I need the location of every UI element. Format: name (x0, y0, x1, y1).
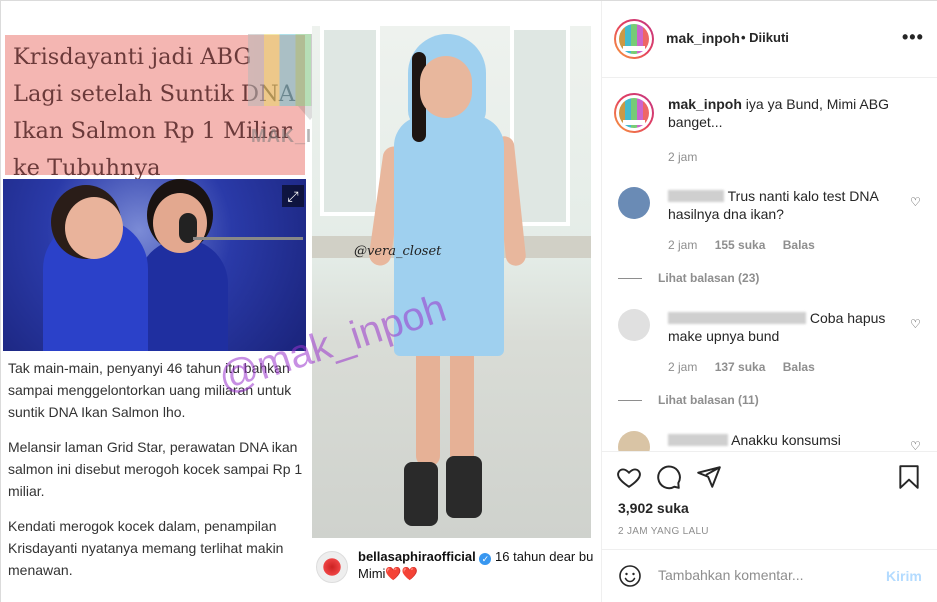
avatar[interactable] (316, 551, 348, 583)
view-replies-link[interactable]: Lihat balasan (11) (618, 393, 759, 407)
follow-status[interactable]: • Diikuti (741, 30, 789, 45)
verified-badge-icon: ✓ (479, 553, 492, 565)
add-comment-bar: Kirim (602, 549, 937, 602)
comment-username[interactable]: mak_inpoh (668, 96, 742, 112)
comment-likes[interactable]: 137 suka (715, 360, 766, 374)
header-username[interactable]: mak_inpoh (666, 30, 740, 46)
leg (416, 346, 440, 466)
mic-stand (193, 237, 303, 240)
article-paragraph: Melansir laman Grid Star, perawatan DNA … (8, 439, 303, 499)
comment-likes[interactable]: 155 suka (715, 238, 766, 252)
tv-logo-icon (619, 98, 649, 128)
emoji-smile-icon[interactable] (618, 564, 642, 588)
reply-link[interactable]: Balas (783, 238, 815, 252)
reply-link[interactable]: Balas (783, 360, 815, 374)
article-text: Tak main-main, penyanyi 46 tahun itu bah… (8, 357, 308, 594)
comment-body: Trus nanti kalo test DNA hasilnya dna ik… (668, 187, 893, 223)
post-media: Krisdayanti jadi ABG Lagi setelah Suntik… (1, 1, 601, 602)
sneaker (446, 456, 482, 518)
article-paragraph: Kendati merogok kocek dalam, penampilan … (8, 518, 284, 578)
post-time: 2 JAM YANG LALU (618, 526, 709, 537)
fashion-photo: @vera_closet (312, 26, 591, 538)
avatar[interactable] (614, 19, 654, 59)
comment-time: 2 jam (668, 150, 698, 164)
face (420, 56, 472, 118)
post-sidebar: mak_inpoh • Diikuti ••• mak_inpoh iya ya… (601, 1, 937, 602)
post-actions: 3,902 suka 2 JAM YANG LALU (602, 451, 937, 551)
sneaker (404, 462, 438, 526)
more-dots-icon[interactable]: ••• (902, 27, 924, 48)
comment-body: Anakku konsumsi (668, 431, 893, 449)
singing-photo (3, 179, 306, 351)
comment-meta: 2 jam 137 suka Balas (668, 360, 829, 374)
repost-username[interactable]: bellasaphiraofficial (358, 549, 476, 564)
avatar[interactable] (618, 187, 650, 219)
likes-count[interactable]: 3,902 suka (618, 500, 689, 516)
comment-time: 2 jam (668, 360, 698, 374)
heart-icon[interactable]: ♡ (910, 439, 921, 451)
tv-logo-icon (619, 24, 649, 54)
avatar[interactable] (618, 431, 650, 451)
comment-meta: 2 jam 155 suka Balas (668, 238, 829, 252)
window (320, 26, 380, 216)
view-replies-link[interactable]: Lihat balasan (23) (618, 271, 759, 285)
person-figure (138, 239, 228, 351)
comment-text: Anakku konsumsi (731, 432, 841, 448)
comment-item: mak_inpoh iya ya Bund, Mimi ABG banget..… (614, 93, 928, 175)
post-comment-button[interactable]: Kirim (886, 568, 922, 584)
heart-icon[interactable] (616, 464, 642, 490)
photo-credit: @vera_closet (354, 244, 442, 259)
comment-item: Anakku konsumsi ♡ (618, 431, 928, 451)
comment-body: mak_inpoh iya ya Bund, Mimi ABG banget..… (668, 95, 893, 131)
bookmark-icon[interactable] (896, 464, 922, 490)
blurred-username (668, 434, 728, 446)
comments-list: mak_inpoh iya ya Bund, Mimi ABG banget..… (602, 79, 937, 451)
comment-item: Coba hapus make upnya bund ♡ 2 jam 137 s… (618, 309, 928, 409)
leg (450, 346, 474, 466)
blurred-username (668, 190, 724, 202)
heart-icon[interactable]: ♡ (910, 317, 921, 331)
expand-arrows-icon[interactable]: ⤢ (282, 185, 304, 207)
heart-icon[interactable]: ♡ (910, 195, 921, 209)
post-header: mak_inpoh • Diikuti ••• (602, 1, 937, 78)
repost-text: bellasaphiraofficial ✓ 16 tahun dear bu … (358, 548, 598, 582)
repost-caption: bellasaphiraofficial ✓ 16 tahun dear bu … (312, 543, 601, 602)
avatar[interactable] (614, 93, 654, 133)
comment-time: 2 jam (668, 238, 698, 252)
comment-body: Coba hapus make upnya bund (668, 309, 893, 345)
comment-meta: 2 jam (668, 150, 711, 164)
comment-bubble-icon[interactable] (656, 464, 682, 490)
instagram-post: Krisdayanti jadi ABG Lagi setelah Suntik… (0, 0, 937, 602)
avatar[interactable] (618, 309, 650, 341)
comment-item: Trus nanti kalo test DNA hasilnya dna ik… (618, 187, 928, 287)
person-head (65, 197, 123, 259)
comment-input[interactable] (658, 567, 878, 583)
blurred-username (668, 312, 806, 324)
paper-plane-icon[interactable] (696, 464, 722, 490)
